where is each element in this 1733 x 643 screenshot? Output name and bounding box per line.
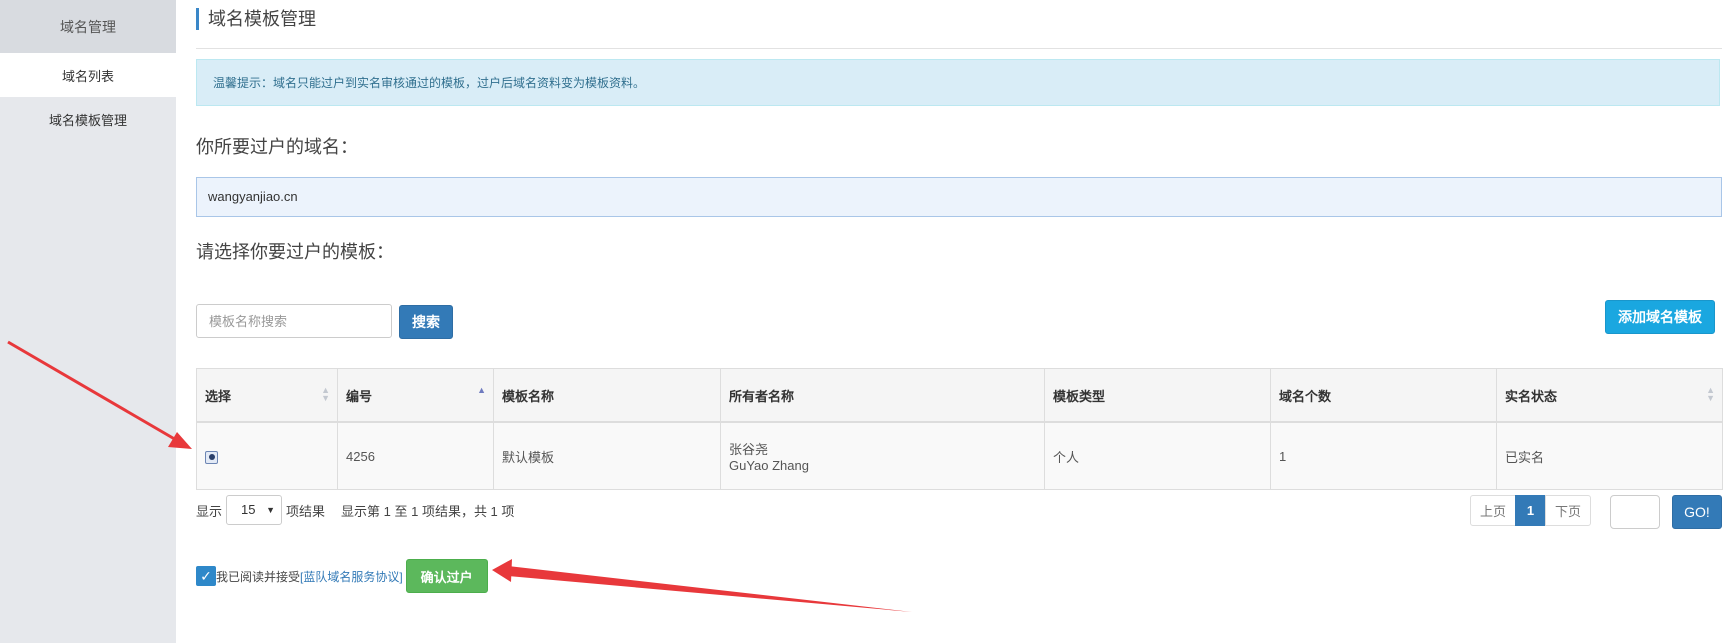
tip-alert: 温馨提示：域名只能过户到实名审核通过的模板，过户后域名资料变为模板资料。 [196, 59, 1720, 106]
agreement-row: ✓ 我已阅读并接受 [蓝队域名服务协议] 确认过户 [196, 559, 488, 593]
go-button[interactable]: GO! [1672, 495, 1722, 529]
owner-name-chinese: 张谷尧 [729, 442, 769, 457]
pagination: 上页 1 下页 [1470, 495, 1591, 526]
owner-name-cell: 张谷尧 GuYao Zhang [720, 421, 1045, 490]
column-header-select[interactable]: 选择 ▲ ▼ [196, 368, 338, 423]
template-table: 选择 ▲ ▼ 编号 ▲ 模板名称 所有者名称 模板类型 域名个数 实名状态 ▲ ▼ 425… [196, 368, 1723, 490]
template-type-cell: 个人 [1044, 421, 1271, 490]
agreement-checkbox[interactable]: ✓ [196, 566, 216, 586]
verification-status-cell: 已实名 [1496, 421, 1723, 490]
column-header-template-type[interactable]: 模板类型 [1044, 368, 1271, 423]
table-row: 4256 默认模板 张谷尧 GuYao Zhang 个人 1 已实名 [196, 421, 1723, 490]
caret-down-icon: ▼ [266, 505, 276, 515]
template-label: 请选择你要过户的模板： [196, 242, 394, 262]
check-icon: ✓ [200, 567, 212, 584]
domain-value-box: wangyanjiao.cn [196, 177, 1722, 217]
add-template-button[interactable]: 添加域名模板 [1605, 300, 1715, 334]
domain-count-cell: 1 [1270, 421, 1497, 490]
goto-page-input[interactable] [1610, 495, 1660, 529]
page-length-select[interactable]: 15 ▼ [226, 495, 283, 525]
confirm-transfer-button[interactable]: 确认过户 [405, 559, 488, 593]
sidebar: 域名管理 域名列表 域名模板管理 [0, 0, 176, 643]
main-content: 域名模板管理 温馨提示：域名只能过户到实名审核通过的模板，过户后域名资料变为模板… [196, 0, 1723, 643]
search-button[interactable]: 搜索 [399, 305, 453, 339]
title-divider [196, 48, 1722, 49]
prev-page-button[interactable]: 上页 [1470, 495, 1516, 526]
template-name-cell: 默认模板 [493, 421, 721, 490]
service-agreement-link[interactable]: [蓝队域名服务协议] [300, 568, 403, 585]
next-page-button[interactable]: 下页 [1545, 495, 1591, 526]
sidebar-item-template-management[interactable]: 域名模板管理 [0, 97, 176, 141]
template-radio-button[interactable] [205, 450, 218, 464]
sidebar-group-domain-management[interactable]: 域名管理 [0, 0, 176, 53]
page-length-control: 显示 15 ▼ 项结果 显示第 1 至 1 项结果，共 1 项 [196, 495, 514, 525]
table-header-row: 选择 ▲ ▼ 编号 ▲ 模板名称 所有者名称 模板类型 域名个数 实名状态 ▲ ▼ [196, 368, 1723, 423]
select-cell [196, 421, 338, 490]
agreement-text: 我已阅读并接受 [216, 569, 301, 584]
column-header-template-name[interactable]: 模板名称 [493, 368, 721, 423]
domain-label: 你所要过户的域名： [196, 137, 358, 157]
pagination-info: 显示第 1 至 1 项结果，共 1 项 [341, 503, 515, 519]
column-header-verification-status[interactable]: 实名状态 ▲ ▼ [1496, 368, 1723, 423]
column-header-owner-name[interactable]: 所有者名称 [720, 368, 1045, 423]
sort-asc-icon: ▲ [477, 385, 486, 395]
page-title: 域名模板管理 [196, 8, 316, 30]
column-header-id[interactable]: 编号 ▲ [337, 368, 494, 423]
template-search-input[interactable] [196, 304, 392, 338]
column-header-domain-count[interactable]: 域名个数 [1270, 368, 1497, 423]
results-suffix-label: 项结果 [286, 503, 326, 519]
sort-both-icon: ▲ ▼ [1706, 385, 1715, 403]
sort-both-icon: ▲ ▼ [321, 385, 330, 403]
owner-name-english: GuYao Zhang [729, 458, 809, 473]
page-1-button[interactable]: 1 [1515, 495, 1546, 526]
sidebar-item-domain-list[interactable]: 域名列表 [0, 53, 176, 97]
show-label: 显示 [196, 503, 223, 519]
template-id-cell: 4256 [337, 421, 494, 490]
